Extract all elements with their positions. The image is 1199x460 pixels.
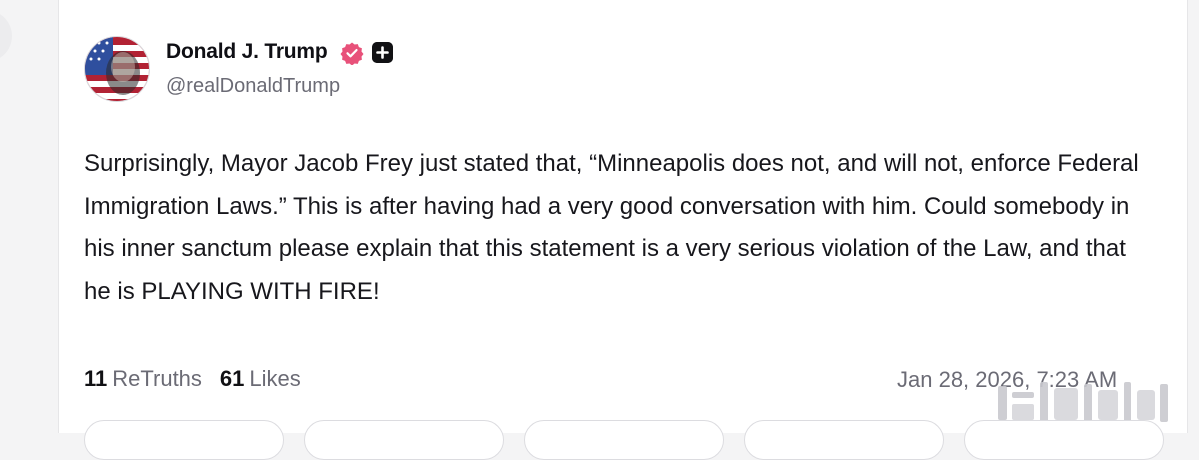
author-name[interactable]: Donald J. Trump	[166, 40, 328, 64]
more-action-button[interactable]	[964, 420, 1164, 460]
post-text: Surprisingly, Mayor Jacob Frey just stat…	[84, 150, 1139, 305]
retruths-stat[interactable]: 11 ReTruths	[84, 366, 202, 392]
share-action-button[interactable]	[744, 420, 944, 460]
post-card: Donald J. Trump @realDonaldTrump Surpris…	[58, 0, 1188, 460]
reply-action-button[interactable]	[84, 420, 284, 460]
retruth-action-button[interactable]	[304, 420, 504, 460]
likes-count: 61	[219, 366, 245, 391]
verified-badge-icon	[340, 42, 364, 65]
avatar-image	[85, 37, 149, 101]
likes-stat[interactable]: 61 Likes	[220, 366, 301, 392]
background-circle	[0, 10, 12, 62]
like-action-button[interactable]	[524, 420, 724, 460]
retruths-label: ReTruths	[112, 366, 202, 391]
likes-label: Likes	[249, 366, 301, 391]
retruths-count: 11	[84, 366, 108, 391]
author-handle[interactable]: @realDonaldTrump	[166, 75, 340, 98]
plus-badge-icon	[372, 42, 393, 63]
post-stats: 11 ReTruths 61 Likes	[84, 366, 301, 392]
author-avatar[interactable]	[84, 36, 150, 102]
